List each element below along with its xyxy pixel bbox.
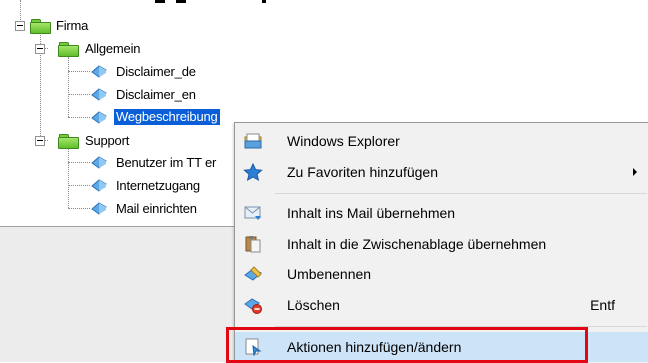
- menu-item-label: Zu Favoriten hinzufügen: [287, 164, 438, 180]
- tree-node-allgemein[interactable]: Allgemein: [85, 41, 140, 57]
- tree-connector: [68, 57, 69, 117]
- shortcut-label: Entf: [590, 297, 615, 313]
- tree-node-mail-einrichten[interactable]: Mail einrichten: [116, 201, 197, 217]
- delete-icon: [243, 296, 263, 314]
- folder-icon: [58, 133, 79, 149]
- clipped-row-fragment: [155, 0, 165, 3]
- menu-item-delete[interactable]: Löschen Entf: [235, 290, 648, 320]
- menu-item-label: Umbenennen: [287, 266, 372, 282]
- document-icon: [90, 109, 108, 125]
- folder-icon: [30, 18, 51, 34]
- menu-item-content-to-mail[interactable]: Inhalt ins Mail übernehmen: [235, 198, 648, 228]
- menu-item-label: Inhalt ins Mail übernehmen: [287, 205, 456, 221]
- menu-item-label: Aktionen hinzufügen/ändern: [287, 339, 462, 355]
- document-icon: [90, 154, 108, 170]
- document-icon: [90, 86, 108, 102]
- menu-item-windows-explorer[interactable]: Windows Explorer: [235, 126, 648, 156]
- mail-icon: [243, 204, 263, 222]
- menu-item-label: Inhalt in die Zwischenablage übernehmen: [287, 236, 547, 252]
- collapse-toggle[interactable]: [35, 44, 45, 54]
- context-menu: Windows Explorer Zu Favoriten hinzufügen…: [226, 122, 648, 363]
- tree-connector: [68, 71, 90, 72]
- tree-connector: [20, 0, 21, 22]
- star-icon: [243, 162, 263, 181]
- tree-node-disclaimer-de[interactable]: Disclaimer_de: [116, 64, 196, 80]
- menu-item-content-to-clipboard[interactable]: Inhalt in die Zwischenablage übernehmen: [235, 229, 648, 259]
- menu-item-label: Windows Explorer: [287, 133, 400, 149]
- clipped-row-fragment: [262, 0, 266, 3]
- tree-connector: [68, 162, 90, 163]
- submenu-arrow-icon: [633, 168, 637, 176]
- collapse-toggle[interactable]: [35, 136, 45, 146]
- folder-icon: [58, 41, 79, 57]
- tree-node-internetzugang[interactable]: Internetzugang: [116, 178, 200, 194]
- tree-connector: [68, 149, 69, 208]
- rename-icon: [243, 265, 263, 283]
- menu-item-add-change-actions[interactable]: Aktionen hinzufügen/ändern: [226, 327, 648, 363]
- menu-item-label: Löschen: [287, 297, 340, 313]
- explorer-icon: [243, 132, 263, 150]
- tree-node-support[interactable]: Support: [85, 133, 129, 149]
- document-icon: [90, 200, 108, 216]
- document-icon: [90, 63, 108, 79]
- menu-item-add-favorites[interactable]: Zu Favoriten hinzufügen: [235, 157, 648, 187]
- tree-node-benutzer[interactable]: Benutzer im TT er: [116, 155, 216, 171]
- clipped-row-fragment: [176, 0, 186, 3]
- tree-connector: [68, 117, 90, 118]
- document-icon: [90, 177, 108, 193]
- tree-node-firma[interactable]: Firma: [56, 18, 88, 34]
- tree-node-disclaimer-en[interactable]: Disclaimer_en: [116, 87, 196, 103]
- tree-node-wegbeschreibung[interactable]: Wegbeschreibung: [114, 109, 220, 125]
- tree-connector: [68, 94, 90, 95]
- actions-icon: [243, 338, 263, 357]
- menu-separator: [275, 193, 647, 194]
- tree-connector: [68, 185, 90, 186]
- tree-connector: [68, 208, 90, 209]
- collapse-toggle[interactable]: [15, 21, 25, 31]
- menu-item-rename[interactable]: Umbenennen: [235, 259, 648, 289]
- clipboard-icon: [243, 235, 263, 253]
